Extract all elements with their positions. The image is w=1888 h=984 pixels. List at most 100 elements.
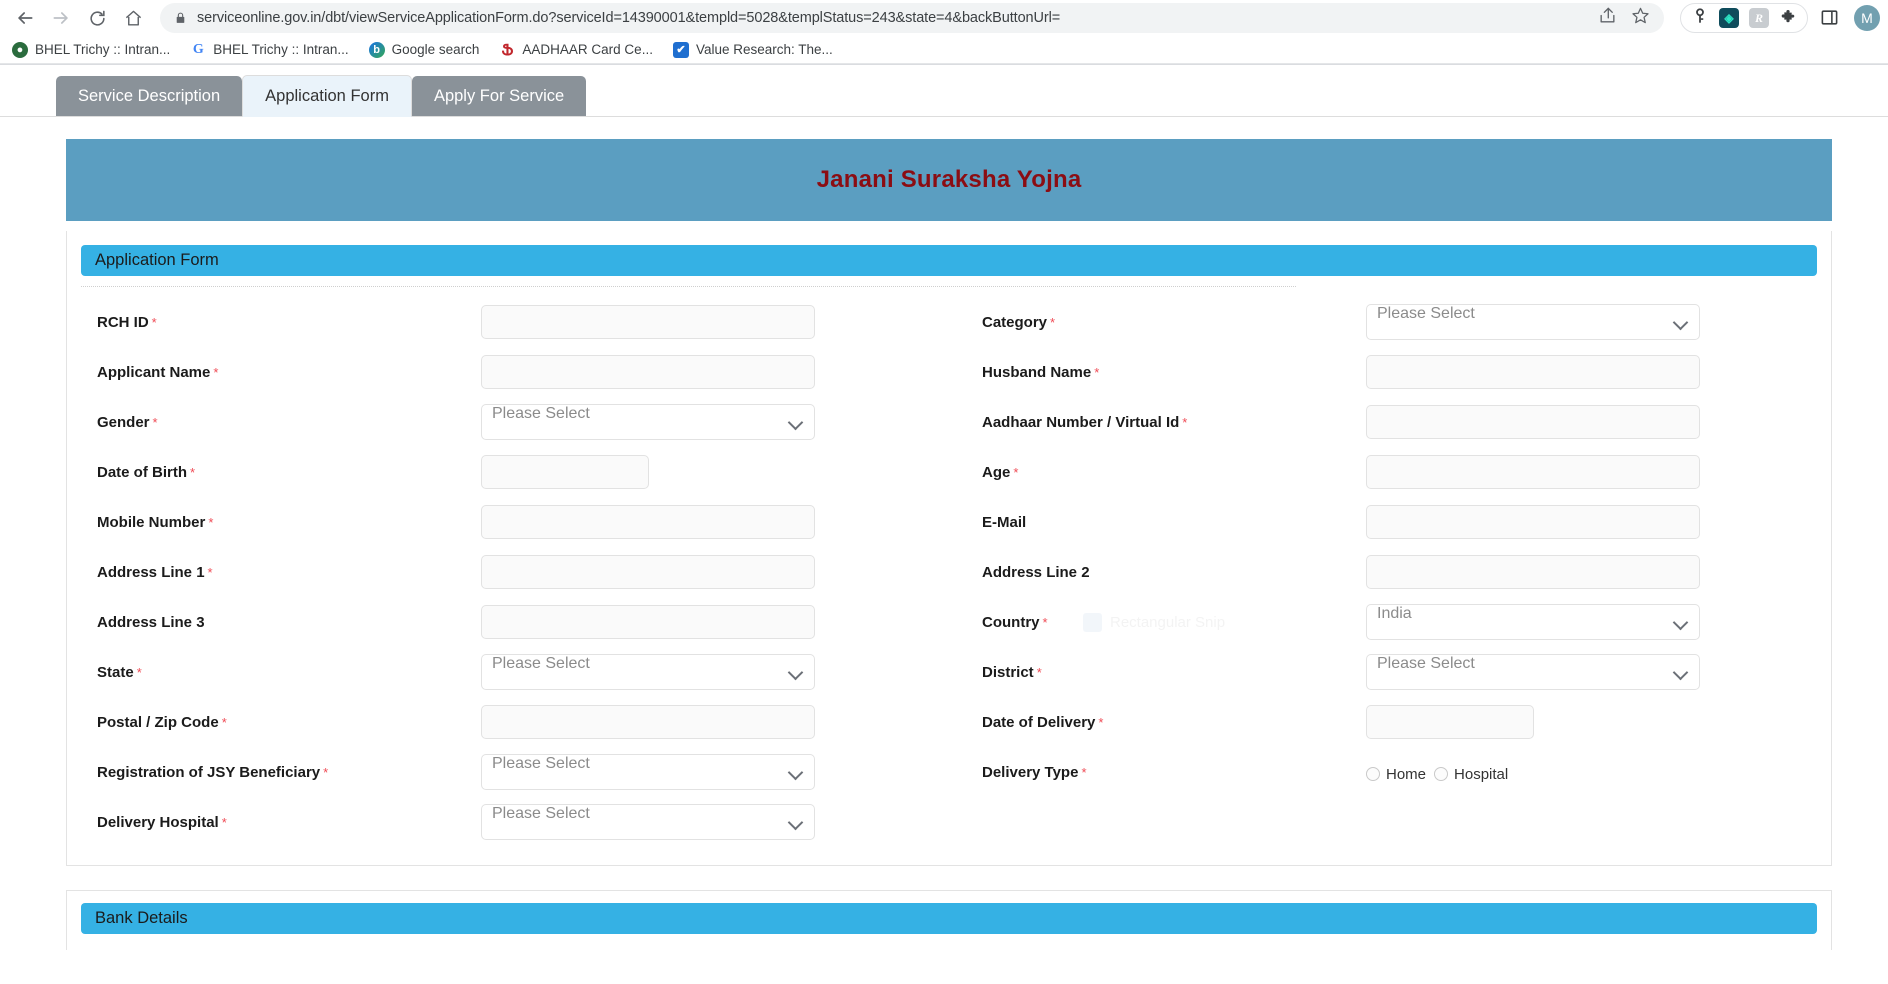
- label-category: Category *: [982, 313, 1056, 331]
- required-marker: *: [136, 664, 142, 680]
- bookmark-item[interactable]: Ֆ AADHAAR Card Ce...: [499, 41, 653, 59]
- required-marker: *: [1081, 764, 1087, 780]
- share-icon[interactable]: [1598, 6, 1617, 30]
- label-address-line-1: Address Line 1 *: [97, 563, 213, 581]
- label-applicant-name: Applicant Name *: [97, 363, 219, 381]
- field-address-line-1: Address Line 1 *: [81, 547, 932, 597]
- email-input[interactable]: [1366, 505, 1700, 539]
- field-email: E-Mail: [966, 497, 1817, 547]
- home-icon[interactable]: [116, 1, 150, 35]
- reload-icon[interactable]: [80, 1, 114, 35]
- category-select[interactable]: Please Select: [1366, 304, 1700, 340]
- district-select[interactable]: Please Select: [1366, 654, 1700, 690]
- husband-name-input[interactable]: [1366, 355, 1700, 389]
- radio-button-icon[interactable]: [1366, 767, 1380, 781]
- radio-delivery-type-home[interactable]: Home: [1366, 766, 1426, 783]
- delivery-hospital-select[interactable]: Please Select: [481, 804, 815, 840]
- tab-apply-for-service[interactable]: Apply For Service: [411, 75, 587, 116]
- date-of-delivery-input[interactable]: [1366, 705, 1534, 739]
- delivery-type-radio-group: Home Hospital: [1366, 762, 1817, 783]
- label-state: State *: [97, 663, 142, 681]
- extension-icon-grey[interactable]: R: [1749, 8, 1769, 28]
- label-delivery-type: Delivery Type *: [982, 763, 1087, 781]
- rch-id-input[interactable]: [481, 305, 815, 339]
- required-marker: *: [1050, 314, 1056, 330]
- label-age: Age *: [982, 463, 1019, 481]
- bookmark-item[interactable]: ✔ Value Research: The...: [672, 41, 833, 58]
- bookmark-item[interactable]: ● BHEL Trichy :: Intran...: [12, 41, 171, 58]
- bookmark-item[interactable]: G BHEL Trichy :: Intran...: [190, 42, 349, 58]
- label-mobile-number: Mobile Number *: [97, 513, 214, 531]
- postal-zip-code-input[interactable]: [481, 705, 815, 739]
- omnibox-actions: [1588, 6, 1650, 30]
- mobile-number-input[interactable]: [481, 505, 815, 539]
- bookmark-label: Value Research: The...: [695, 42, 833, 57]
- side-panel-icon[interactable]: [1820, 8, 1840, 28]
- divider: [81, 286, 1297, 287]
- applicant-name-input[interactable]: [481, 355, 815, 389]
- field-district: District * Please Select: [966, 647, 1817, 697]
- registration-jsy-select[interactable]: Please Select: [481, 754, 815, 790]
- gender-select[interactable]: Please Select: [481, 404, 815, 440]
- radio-label: Hospital: [1454, 765, 1509, 783]
- star-icon[interactable]: [1631, 6, 1650, 30]
- required-marker: *: [213, 364, 219, 380]
- field-age: Age *: [966, 447, 1817, 497]
- tab-application-form[interactable]: Application Form: [242, 74, 412, 117]
- field-delivery-hospital: Delivery Hospital * Please Select: [81, 797, 932, 847]
- application-form-card: Application Form RCH ID * Category * Pleas…: [66, 231, 1832, 866]
- required-marker: *: [152, 414, 158, 430]
- field-address-line-2: Address Line 2: [966, 547, 1817, 597]
- address-bar-url: serviceonline.gov.in/dbt/viewServiceAppl…: [197, 10, 1061, 26]
- field-postal-zip-code: Postal / Zip Code *: [81, 697, 932, 747]
- radio-delivery-type-hospital[interactable]: Hospital: [1434, 766, 1508, 783]
- extension-icon-teal[interactable]: ◈: [1719, 8, 1739, 28]
- avatar[interactable]: M: [1854, 5, 1880, 31]
- address-line-2-input[interactable]: [1366, 555, 1700, 589]
- tab-service-description[interactable]: Service Description: [56, 75, 243, 116]
- field-registration-jsy: Registration of JSY Beneficiary * Please …: [81, 747, 932, 797]
- extensions-group: ◈ R: [1680, 3, 1808, 33]
- form-grid: RCH ID * Category * Please Select Applican…: [81, 293, 1817, 847]
- radio-label: Home: [1386, 765, 1427, 783]
- label-aadhaar-number: Aadhaar Number / Virtual Id *: [982, 413, 1188, 431]
- forward-arrow-icon[interactable]: [44, 1, 78, 35]
- field-aadhaar-number: Aadhaar Number / Virtual Id *: [966, 397, 1817, 447]
- key-icon[interactable]: [1691, 7, 1709, 30]
- label-email: E-Mail: [982, 513, 1027, 531]
- label-rch-id: RCH ID *: [97, 313, 157, 331]
- lock-icon: [174, 11, 187, 25]
- field-husband-name: Husband Name *: [966, 347, 1817, 397]
- bookmark-label: BHEL Trichy :: Intran...: [35, 42, 171, 57]
- field-date-of-birth: Date of Birth *: [81, 447, 932, 497]
- field-delivery-type: Delivery Type * Home Hospital: [966, 747, 1817, 797]
- address-bar[interactable]: serviceonline.gov.in/dbt/viewServiceAppl…: [160, 3, 1664, 33]
- address-line-1-input[interactable]: [481, 555, 815, 589]
- back-arrow-icon[interactable]: [8, 1, 42, 35]
- radio-button-icon[interactable]: [1434, 767, 1449, 781]
- tab-bar: Service Description Application Form App…: [0, 65, 1888, 117]
- page-title: Janani Suraksha Yojna: [816, 166, 1082, 193]
- title-banner: Janani Suraksha Yojna: [66, 139, 1832, 221]
- blue-b-favicon: b: [368, 41, 385, 58]
- aadhaar-number-input[interactable]: [1366, 405, 1700, 439]
- field-category: Category * Please Select: [966, 297, 1817, 347]
- puzzle-icon[interactable]: [1779, 7, 1797, 30]
- bookmark-item[interactable]: b Google search: [368, 41, 480, 58]
- label-address-line-3: Address Line 3: [97, 613, 205, 631]
- label-gender: Gender *: [97, 413, 158, 431]
- country-select[interactable]: India: [1366, 604, 1700, 640]
- address-line-3-input[interactable]: [481, 605, 815, 639]
- aadhaar-favicon: Ֆ: [501, 41, 514, 59]
- state-select[interactable]: Please Select: [481, 654, 815, 690]
- age-input[interactable]: [1366, 455, 1700, 489]
- bookmark-label: AADHAAR Card Ce...: [522, 42, 653, 57]
- field-country: Country * India: [966, 597, 1817, 647]
- label-date-of-birth: Date of Birth *: [97, 463, 196, 481]
- date-of-birth-input[interactable]: [481, 455, 649, 489]
- bookmark-label: Google search: [391, 42, 480, 57]
- label-date-of-delivery: Date of Delivery *: [982, 713, 1104, 731]
- required-marker: *: [1036, 664, 1042, 680]
- value-research-favicon: ✔: [672, 41, 689, 58]
- section-header-application-form: Application Form: [81, 245, 1817, 276]
